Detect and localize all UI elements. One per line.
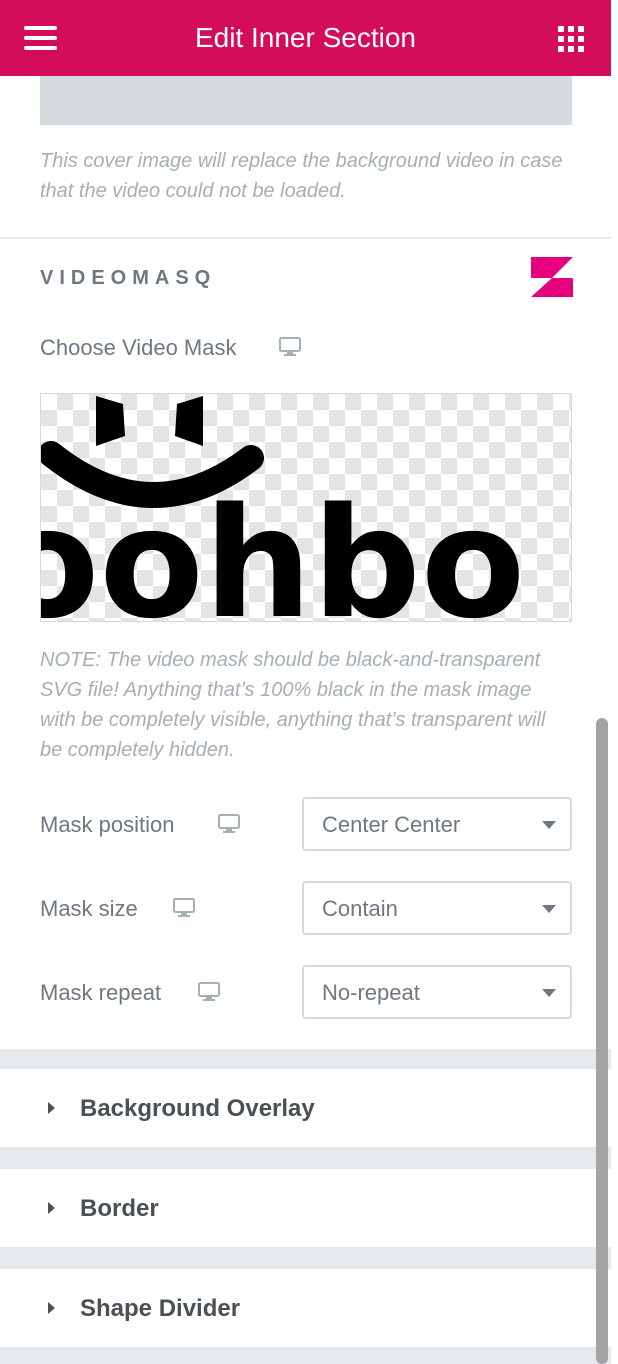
desktop-monitor-icon[interactable]	[173, 898, 195, 918]
panel-title: Edit Inner Section	[194, 22, 417, 53]
mask-size-value: Contain	[322, 896, 398, 921]
caret-right-icon	[48, 1102, 55, 1114]
mask-repeat-label: Mask repeat	[40, 980, 162, 1005]
video-mask-note: NOTE: The video mask should be black-and…	[40, 649, 546, 761]
mask-position-label: Mask position	[40, 812, 175, 837]
videomasq-logo-icon	[531, 257, 573, 297]
desktop-monitor-icon[interactable]	[218, 814, 240, 834]
panel-edge	[611, 0, 618, 1364]
background-overlay-label: Background Overlay	[80, 1095, 315, 1122]
mask-size-select[interactable]: Contain	[302, 881, 572, 935]
mask-image: oohbo	[41, 396, 525, 622]
section-divider	[0, 237, 611, 239]
chevron-down-icon	[542, 821, 556, 829]
cover-image-preview[interactable]	[40, 76, 572, 125]
chevron-down-icon	[542, 989, 556, 997]
panel-gap	[0, 1247, 611, 1269]
caret-right-icon	[48, 1202, 55, 1214]
videomasq-section-title: VIDEOMASQ	[40, 267, 217, 289]
shape-divider-label: Shape Divider	[80, 1295, 241, 1322]
video-mask-preview[interactable]: oohbo	[40, 393, 572, 622]
desktop-monitor-icon[interactable]	[279, 337, 301, 357]
chevron-down-icon	[542, 905, 556, 913]
mask-repeat-value: No-repeat	[322, 980, 420, 1005]
mask-position-value: Center Center	[322, 812, 461, 837]
apps-grid-icon[interactable]	[558, 26, 584, 52]
cover-image-note: This cover image will replace the backgr…	[40, 150, 563, 202]
scrollbar-thumb[interactable]	[596, 718, 608, 1364]
mask-repeat-select[interactable]: No-repeat	[302, 965, 572, 1019]
panel-gap	[0, 1147, 611, 1169]
shape-divider-panel[interactable]: Shape Divider	[0, 1269, 611, 1347]
panel-gap	[0, 1347, 611, 1364]
mask-position-select[interactable]: Center Center	[302, 797, 572, 851]
desktop-monitor-icon[interactable]	[198, 982, 220, 1002]
mask-text: oohbo	[41, 475, 525, 622]
panel-header: Edit Inner Section	[0, 0, 611, 76]
border-panel[interactable]: Border	[0, 1169, 611, 1247]
background-overlay-panel[interactable]: Background Overlay	[0, 1069, 611, 1147]
panel-gap	[0, 1049, 611, 1069]
mask-size-label: Mask size	[40, 896, 138, 921]
caret-right-icon	[48, 1302, 55, 1314]
choose-video-mask-label: Choose Video Mask	[40, 335, 237, 360]
border-label: Border	[80, 1195, 159, 1222]
